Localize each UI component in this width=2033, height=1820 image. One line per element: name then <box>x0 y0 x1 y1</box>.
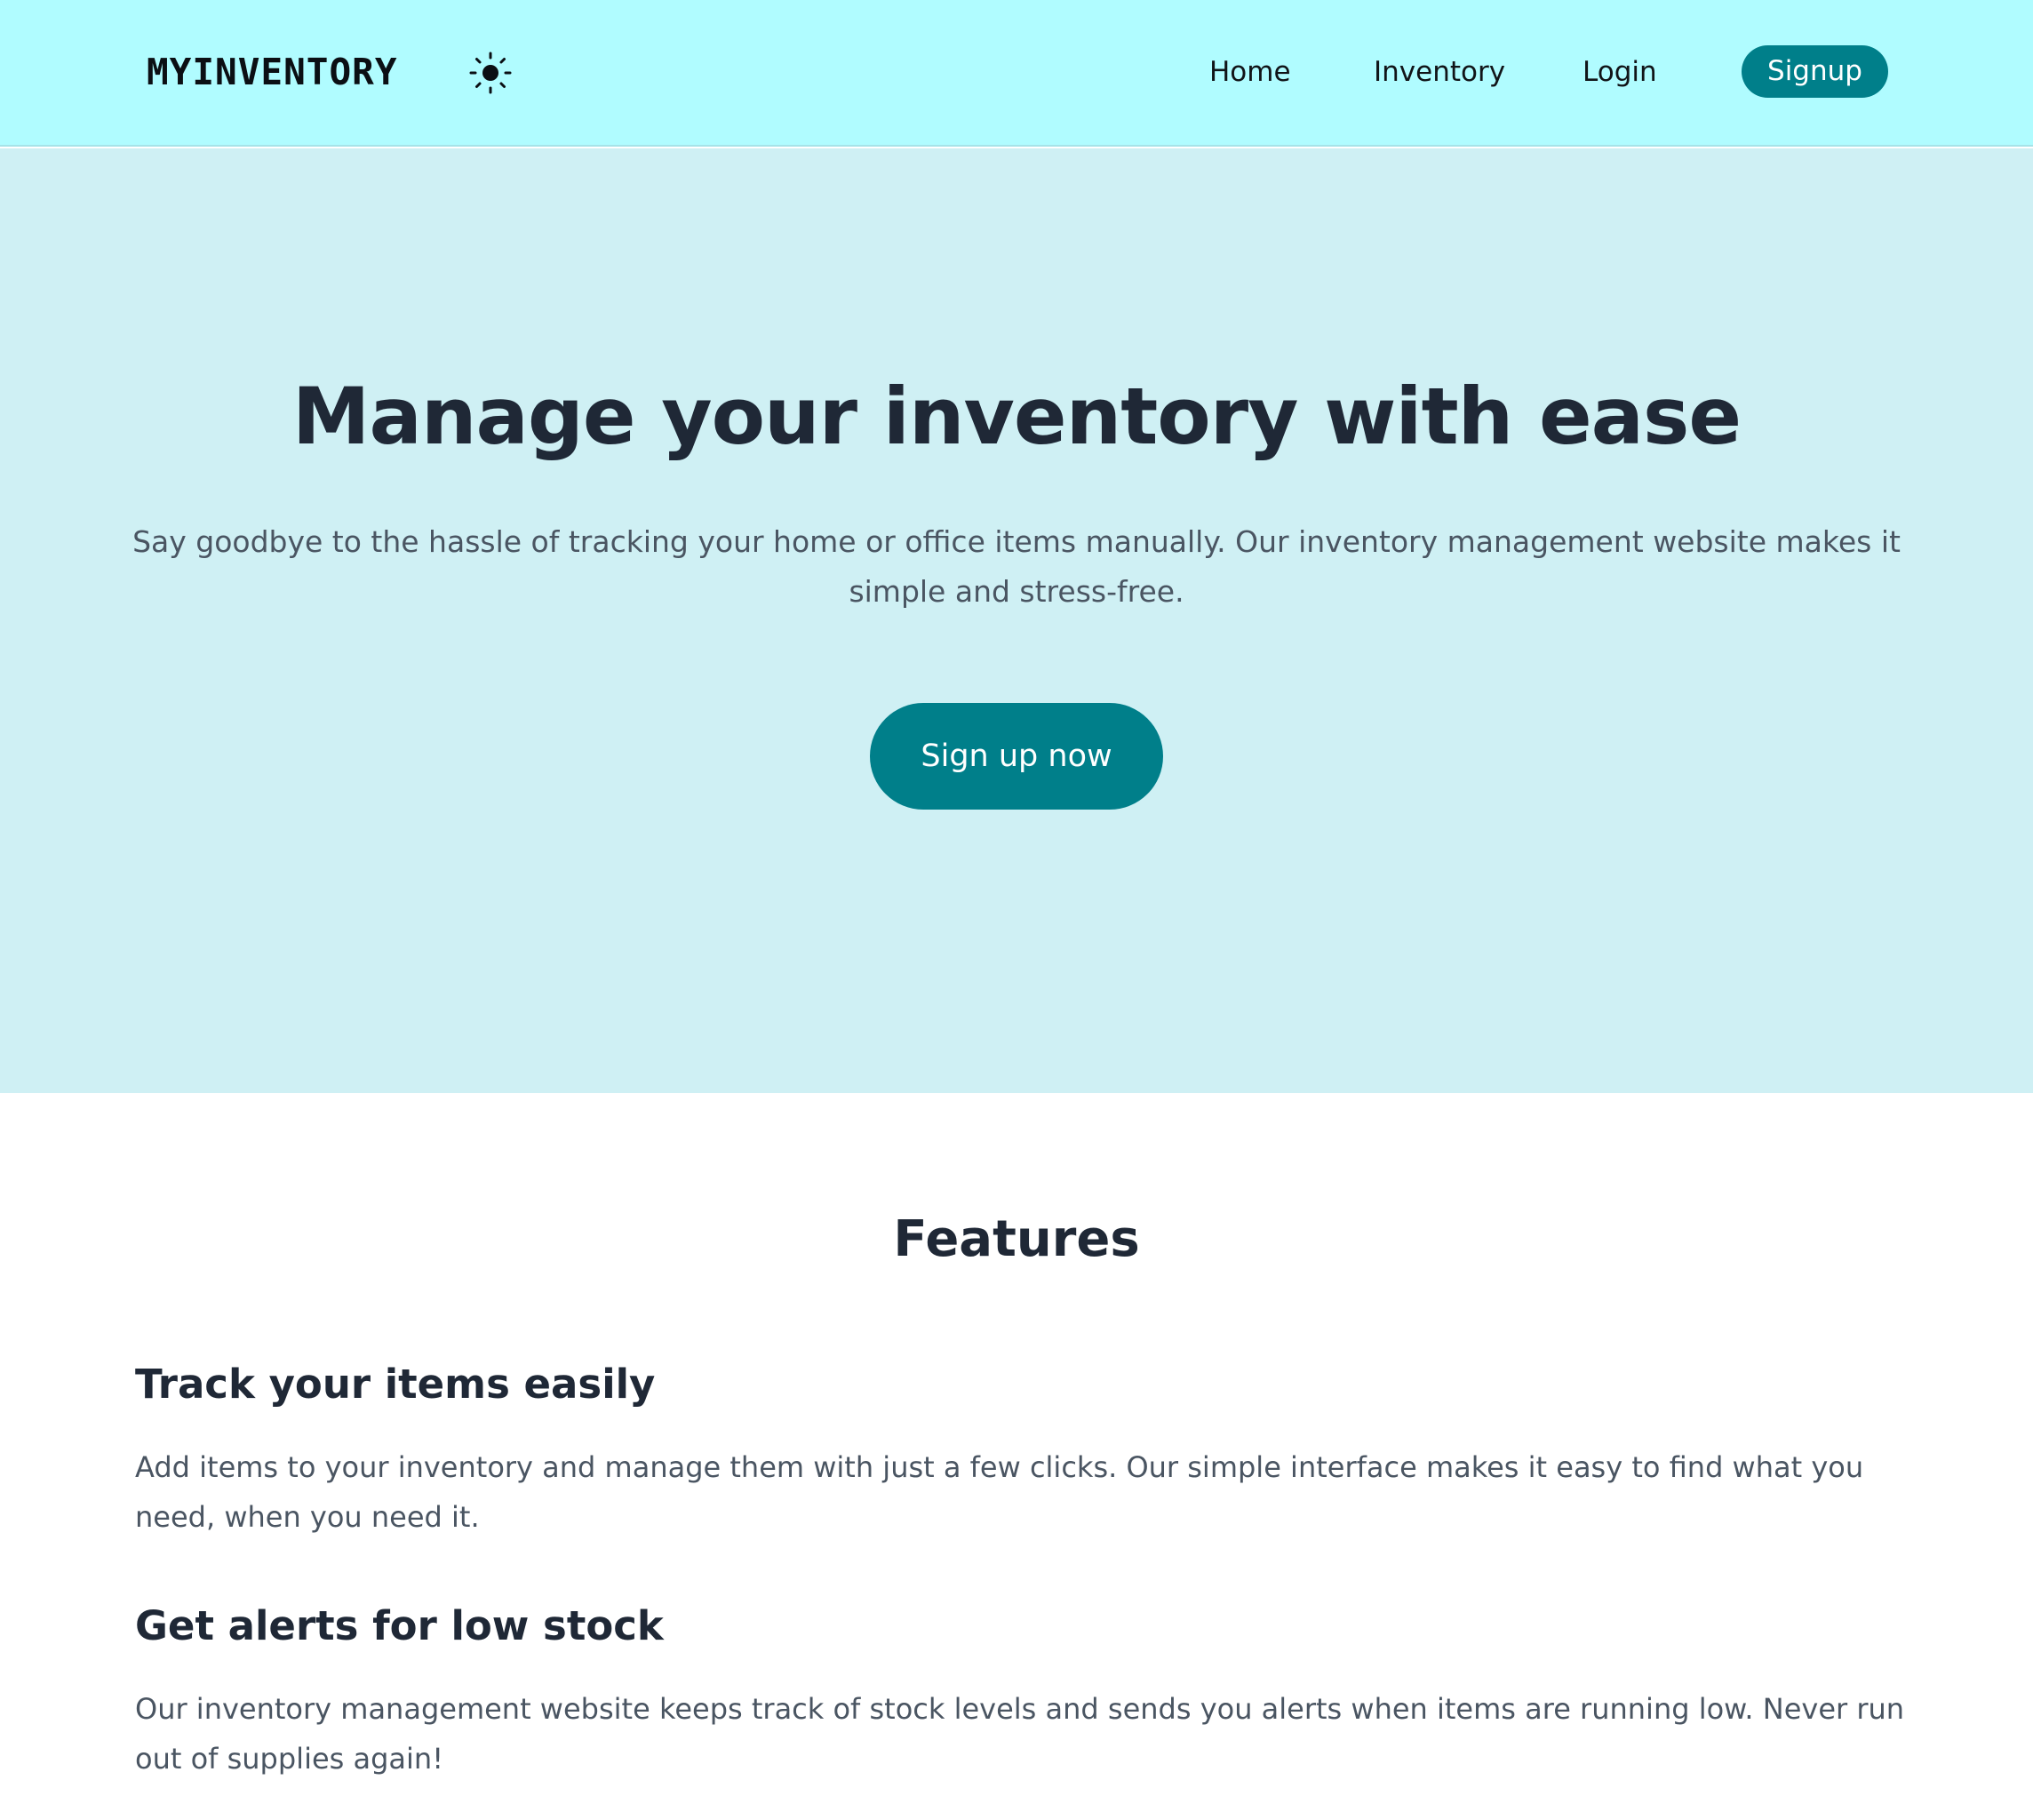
hero-title: Manage your inventory with ease <box>291 371 1742 462</box>
features-title: Features <box>893 1210 1140 1268</box>
signup-button[interactable]: Signup <box>1742 45 1888 98</box>
feature-heading-alerts: Get alerts for low stock <box>135 1602 664 1649</box>
nav-link-home[interactable]: Home <box>1209 50 1291 94</box>
sign-up-now-button[interactable]: Sign up now <box>870 703 1163 810</box>
feature-text-alerts: Our inventory management website keeps t… <box>135 1692 1905 1776</box>
nav-link-inventory[interactable]: Inventory <box>1374 50 1505 94</box>
navbar: MYINVENTORY Home Inventory Login Signup <box>0 0 2033 147</box>
feature-text-track: Add items to your inventory and manage t… <box>135 1450 1864 1534</box>
nav-link-login[interactable]: Login <box>1583 50 1657 94</box>
sun-icon[interactable] <box>466 51 515 95</box>
hero-section: Manage your inventory with ease Say good… <box>0 148 2033 1093</box>
hero-subtitle: Say goodbye to the hassle of tracking yo… <box>132 524 1901 609</box>
feature-heading-track: Track your items easily <box>135 1361 656 1408</box>
brand-logo[interactable]: MYINVENTORY <box>147 46 398 98</box>
